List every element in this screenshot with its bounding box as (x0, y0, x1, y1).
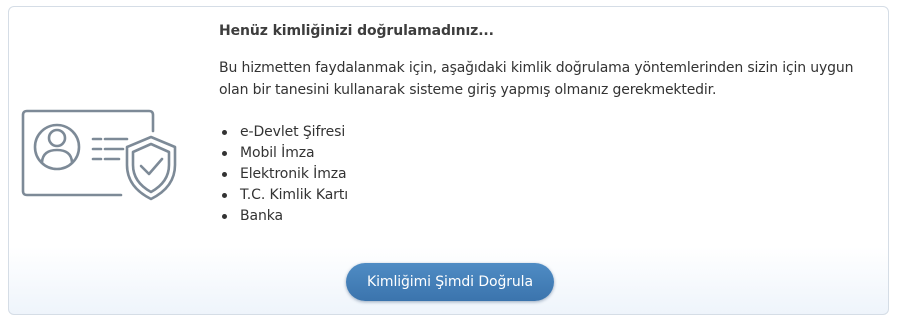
list-item: T.C. Kimlik Kartı (219, 185, 879, 206)
verify-identity-button[interactable]: Kimliğimi Şimdi Doğrula (346, 263, 554, 301)
bullet-icon (222, 151, 227, 156)
bullet-icon (222, 214, 227, 219)
method-label: Elektronik İmza (240, 166, 347, 182)
panel-description: Bu hizmetten faydalanmak için, aşağıdaki… (219, 60, 854, 98)
identity-card-shield-icon (21, 109, 177, 201)
verification-methods-list: e-Devlet Şifresi Mobil İmza Elektronik İ… (219, 122, 879, 227)
list-item: Banka (219, 206, 879, 227)
method-label: T.C. Kimlik Kartı (240, 187, 349, 203)
list-item: Mobil İmza (219, 143, 879, 164)
panel-title: Henüz kimliğinizi doğrulamadınız... (219, 23, 494, 39)
bullet-icon (222, 193, 227, 198)
verification-content: Henüz kimliğinizi doğrulamadınız... Bu h… (219, 21, 879, 227)
method-label: Banka (240, 208, 283, 224)
method-label: Mobil İmza (240, 145, 315, 161)
method-label: e-Devlet Şifresi (240, 124, 346, 140)
identity-verification-panel: Henüz kimliğinizi doğrulamadınız... Bu h… (8, 6, 889, 315)
bullet-icon (222, 130, 227, 135)
list-item: Elektronik İmza (219, 164, 879, 185)
bullet-icon (222, 172, 227, 177)
list-item: e-Devlet Şifresi (219, 122, 879, 143)
